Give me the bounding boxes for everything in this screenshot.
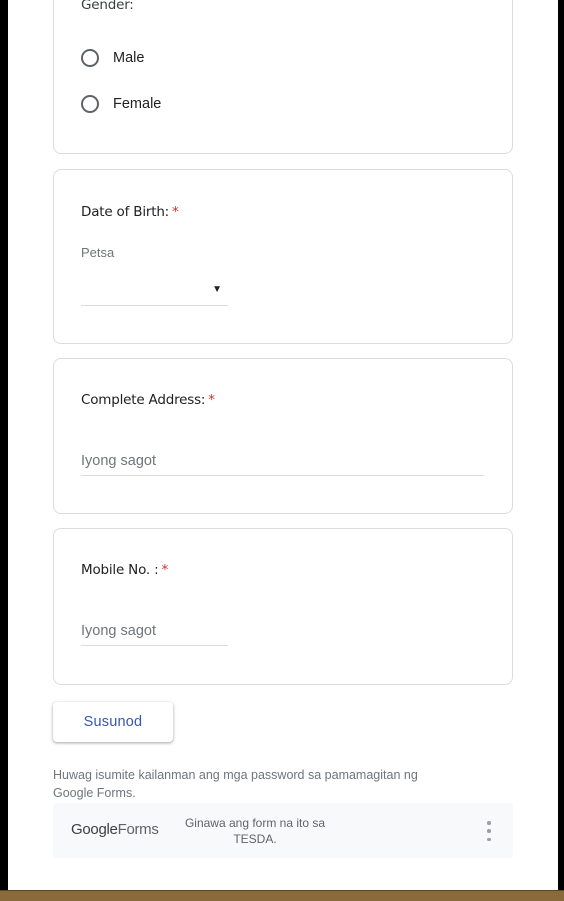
required-asterisk: * [208,392,215,408]
google-forms-logo[interactable]: GoogleForms [71,821,159,838]
gender-option-male[interactable]: Male [81,46,144,70]
dob-question-card: Date of Birth: * Petsa ▼ [53,169,513,344]
password-warning-line2: Google Forms. [53,786,136,800]
kebab-dot [487,829,491,833]
required-asterisk: * [161,562,168,578]
dob-question-title: Date of Birth: * [81,204,179,220]
gender-question-card: Gender: Male Female [53,0,513,154]
kebab-dot [487,821,491,825]
mobile-input[interactable]: Iyong sagot [81,623,228,646]
gender-option-female-label: Female [113,96,162,112]
mobile-question-title-text: Mobile No. : [81,562,159,578]
date-picker-input[interactable]: ▼ [81,278,228,306]
address-input[interactable]: Iyong sagot [81,453,484,476]
made-by-text: Ginawa ang form na ito sa TESDA. [175,815,335,847]
dob-question-title-text: Date of Birth: [81,204,170,220]
radio-button-male[interactable] [81,49,99,67]
address-question-title: Complete Address: * [81,392,215,408]
google-forms-logo-forms: Forms [117,821,159,838]
gender-option-male-label: Male [113,50,145,66]
next-button[interactable]: Susunod [53,702,173,742]
mobile-question-card: Mobile No. : * Iyong sagot [53,528,513,685]
mobile-question-title: Mobile No. : * [81,562,168,578]
required-asterisk: * [172,204,179,220]
address-question-title-text: Complete Address: [81,392,206,408]
password-warning-line1: Huwag isumite kailanman ang mga password… [53,768,418,782]
dropdown-arrow-icon: ▼ [212,284,222,295]
kebab-dot [487,837,491,841]
date-sub-label: Petsa [81,245,115,260]
form-page: Gender: Male Female Date of Birth: * Pets… [8,0,558,890]
gender-question-title: Gender: [81,0,134,13]
gender-option-female[interactable]: Female [81,92,161,116]
google-forms-logo-google: Google [71,821,118,838]
more-options-icon[interactable] [487,821,491,841]
radio-button-female[interactable] [81,95,99,113]
address-question-card: Complete Address: * Iyong sagot [53,358,513,514]
made-by-line1: Ginawa ang form na ito sa [184,816,326,830]
form-footer: GoogleForms Ginawa ang form na ito sa TE… [53,803,513,858]
made-by-line2: TESDA. [233,832,277,846]
taskbar-strip [0,890,564,901]
password-warning: Huwag isumite kailanman ang mga password… [53,766,498,802]
